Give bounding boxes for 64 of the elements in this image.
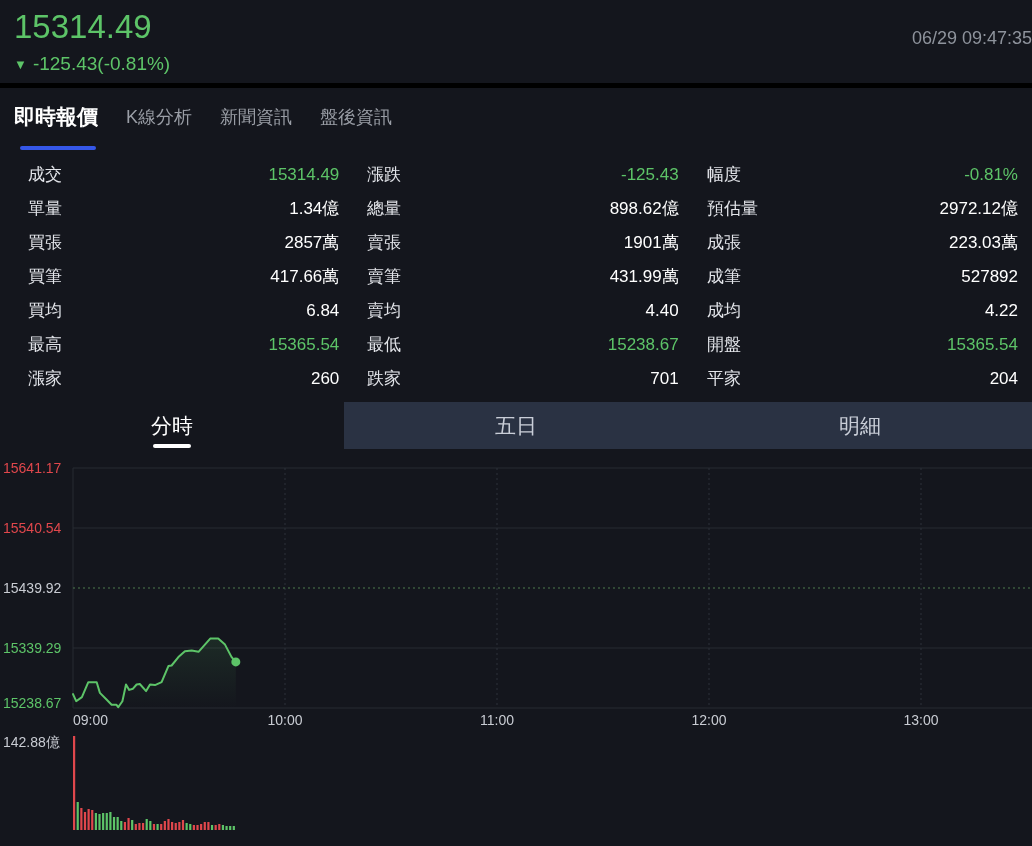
chart-tab[interactable]: 明細 <box>688 402 1032 449</box>
stat-value: 4.22 <box>984 300 1018 323</box>
stat-label: 賣筆 <box>367 266 402 289</box>
stat-label: 賣均 <box>367 300 402 323</box>
stat-label: 成均 <box>706 300 741 323</box>
section-tab[interactable]: 盤後資訊 <box>320 104 392 152</box>
stat-label: 成張 <box>706 232 741 255</box>
index-price: 15314.49 <box>14 8 153 46</box>
stat-value: 417.66萬 <box>270 266 340 289</box>
stat-value: -0.81% <box>964 164 1018 187</box>
section-tab[interactable]: 即時報價 <box>14 100 98 152</box>
stat-label: 幅度 <box>706 164 741 187</box>
stat-value: 6.84 <box>306 300 340 323</box>
stat-value: -125.43 <box>621 164 679 187</box>
x-axis-label: 10:00 <box>267 712 303 728</box>
stat-value: 15314.49 <box>268 164 340 187</box>
stat-label: 買均 <box>28 300 62 323</box>
y-axis-label: 15540.54 <box>3 520 62 536</box>
stat-value: 4.40 <box>645 300 679 323</box>
stat-label: 買筆 <box>28 266 62 289</box>
stat-label: 成筆 <box>706 266 741 289</box>
y-axis-label: 15439.92 <box>3 580 62 596</box>
tab-underline <box>153 444 191 448</box>
down-triangle-icon: ▼ <box>14 54 27 74</box>
stat-label: 總量 <box>367 198 402 221</box>
x-axis-label: 11:00 <box>480 712 514 728</box>
stat-label: 預估量 <box>706 198 758 221</box>
y-axis-label: 15339.29 <box>3 640 62 656</box>
quote-time: 06/29 09:47:35 <box>911 27 1032 50</box>
stat-value: 1901萬 <box>623 232 679 255</box>
x-axis-label: 09:00 <box>73 712 109 728</box>
chart-tab[interactable]: 五日 <box>344 402 688 449</box>
stat-label: 開盤 <box>706 334 741 357</box>
stat-label: 漲家 <box>28 368 62 391</box>
stat-label: 最低 <box>367 334 402 357</box>
stat-label: 漲跌 <box>367 164 402 187</box>
y-axis-label: 15641.17 <box>3 460 62 476</box>
volume-max-label: 142.88億 <box>2 734 61 752</box>
stat-value: 2857萬 <box>284 232 340 255</box>
price-change: -125.43(-0.81%) <box>32 52 171 76</box>
stat-value: 527892 <box>961 266 1018 289</box>
stat-label: 賣張 <box>367 232 402 255</box>
stat-value: 898.62億 <box>609 198 679 221</box>
stat-value: 15365.54 <box>268 334 340 357</box>
stat-label: 最高 <box>28 334 62 357</box>
stat-value: 15238.67 <box>607 334 679 357</box>
stat-value: 15365.54 <box>947 334 1018 357</box>
stat-label: 平家 <box>706 368 741 391</box>
stat-value: 1.34億 <box>289 198 340 221</box>
stat-label: 跌家 <box>367 368 402 391</box>
stat-value: 223.03萬 <box>949 232 1018 255</box>
section-tab[interactable]: 新聞資訊 <box>220 104 292 152</box>
section-tab[interactable]: K線分析 <box>126 104 192 152</box>
x-axis-label: 12:00 <box>691 712 727 728</box>
stat-label: 買張 <box>28 232 62 255</box>
stat-label: 單量 <box>28 198 62 221</box>
stat-value: 701 <box>650 368 679 391</box>
stat-value: 260 <box>310 368 340 391</box>
stat-value: 2972.12億 <box>939 198 1018 221</box>
y-axis-label: 15238.67 <box>3 695 62 711</box>
stat-label: 成交 <box>28 164 62 187</box>
stat-value: 431.99萬 <box>609 266 679 289</box>
stat-value: 204 <box>989 368 1018 391</box>
x-axis-label: 13:00 <box>903 712 939 728</box>
